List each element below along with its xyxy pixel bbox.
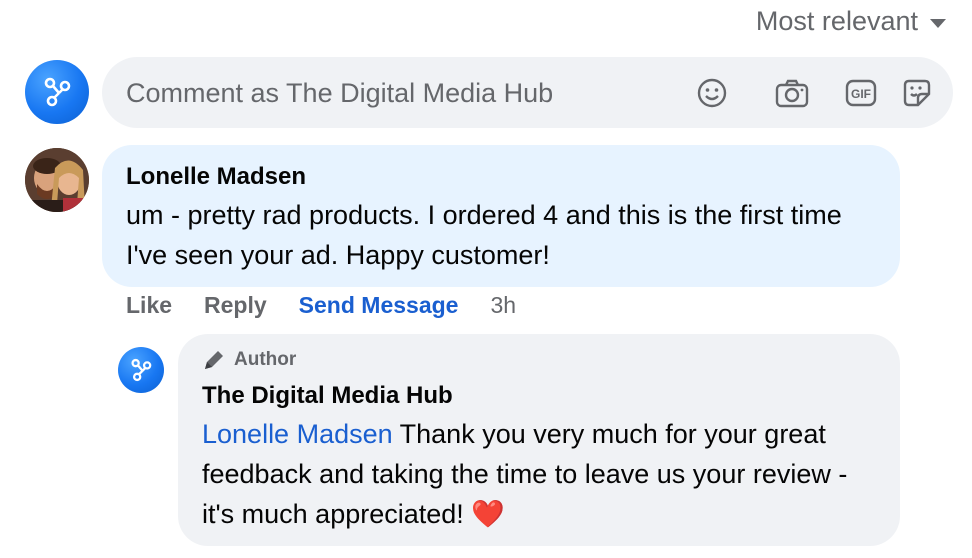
sticker-icon[interactable] <box>900 76 934 110</box>
sort-label: Most relevant <box>755 6 918 36</box>
emoji-icon[interactable] <box>695 76 729 110</box>
network-logo-icon <box>131 358 152 382</box>
reply-button[interactable]: Reply <box>204 292 267 319</box>
comment-composer[interactable]: GIF <box>102 57 953 128</box>
author-badge: Author <box>202 348 296 372</box>
reply-author-name[interactable]: The Digital Media Hub <box>202 382 453 410</box>
comment-input[interactable] <box>124 71 668 115</box>
comment-bubble: Lonelle Madsen um - pretty rad products.… <box>102 145 900 287</box>
like-button[interactable]: Like <box>126 292 172 319</box>
pencil-icon <box>205 351 223 369</box>
camera-icon[interactable] <box>775 76 809 110</box>
comment-timestamp[interactable]: 3h <box>490 292 516 319</box>
comment-text: um - pretty rad products. I ordered 4 an… <box>126 200 842 270</box>
svg-text:GIF: GIF <box>851 87 871 101</box>
commenter-avatar[interactable] <box>25 148 89 212</box>
comment-author-name[interactable]: Lonelle Madsen <box>126 163 306 191</box>
gif-icon[interactable]: GIF <box>844 76 878 110</box>
author-badge-label: Author <box>234 349 297 370</box>
mention-link[interactable]: Lonelle Madsen <box>202 419 393 449</box>
sort-dropdown[interactable]: Most relevant <box>756 6 946 37</box>
reply-text-block: Lonelle Madsen Thank you very much for y… <box>202 414 852 534</box>
reply-bubble: Author The Digital Media Hub Lonelle Mad… <box>178 334 900 546</box>
send-message-button[interactable]: Send Message <box>299 292 459 319</box>
reply-page-avatar[interactable] <box>118 347 164 393</box>
page-avatar[interactable] <box>25 60 89 124</box>
network-logo-icon <box>44 77 71 107</box>
comment-actions: Like Reply Send Message 3h <box>126 292 516 319</box>
chevron-down-icon <box>930 19 946 28</box>
